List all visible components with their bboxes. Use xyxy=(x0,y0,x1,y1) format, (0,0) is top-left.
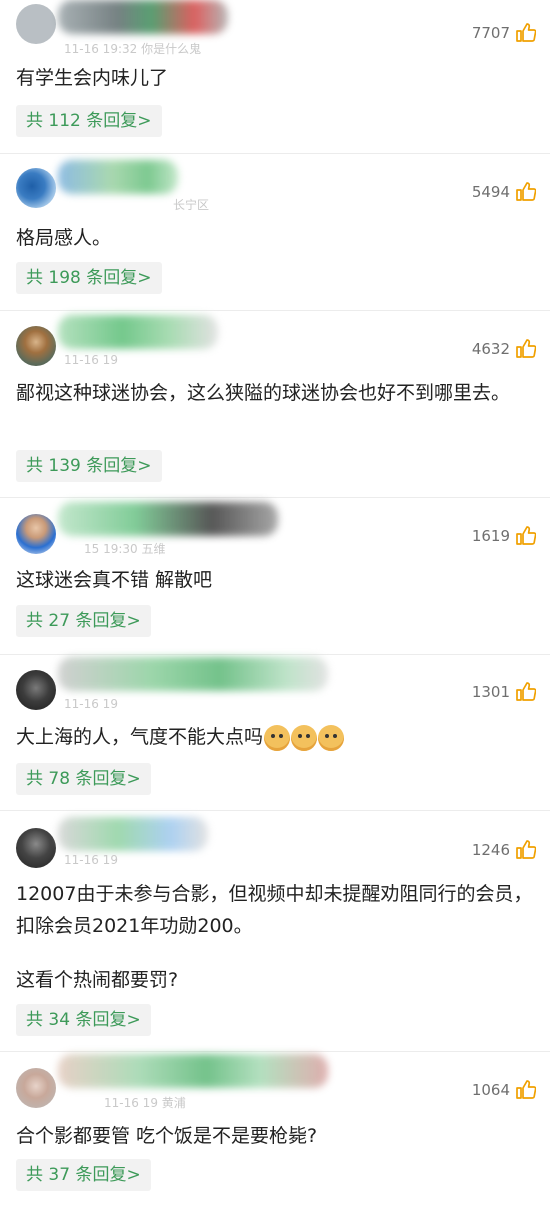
comment-item: 长宁区 5494 格局感人。 共 198 条回复> xyxy=(0,154,550,310)
thumbs-up-icon xyxy=(516,182,536,201)
comment-item: 11-16 19:32 你是什么鬼 7707 有学生会内味儿了 共 112 条回… xyxy=(0,0,550,153)
username-blurred[interactable] xyxy=(58,502,278,536)
comment-meta: 长宁区 xyxy=(173,198,210,212)
like-button[interactable]: 1619 xyxy=(472,526,536,545)
comment-header: 11-16 19 4632 xyxy=(0,311,550,371)
doge-emoji-icon xyxy=(318,724,345,751)
comment-meta: 11-16 19 xyxy=(64,853,118,867)
comment-meta: 11-16 19 xyxy=(64,697,118,711)
comment-text: 有学生会内味儿了 xyxy=(16,67,169,89)
comment-header: 11-16 19 1301 xyxy=(0,655,550,715)
username-blurred[interactable] xyxy=(58,160,178,194)
like-count: 7707 xyxy=(471,23,510,42)
doge-emoji-icon xyxy=(264,724,291,751)
username-blurred[interactable] xyxy=(58,0,228,34)
thumbs-up-icon xyxy=(516,1080,536,1099)
comment-header: 长宁区 5494 xyxy=(0,154,550,214)
like-count: 1301 xyxy=(471,682,510,701)
comment-item: 11-16 19 黄浦 1064 合个影都要管 吃个饭是不是要枪毙? 共 37 … xyxy=(0,1052,550,1211)
comment-meta: 15 19:30 五维 xyxy=(84,542,166,556)
comment-text: 大上海的人，气度不能大点吗 xyxy=(16,721,534,753)
like-button[interactable]: 1301 xyxy=(472,682,536,701)
comment-text-paragraph: 这看个热闹都要罚? xyxy=(16,969,179,991)
like-count: 1619 xyxy=(471,526,510,545)
username-blurred[interactable] xyxy=(58,817,208,851)
comment-header: 11-16 19 黄浦 1064 xyxy=(0,1052,550,1112)
comment-item: 15 19:30 五维 1619 这球迷会真不错 解散吧 共 27 条回复> xyxy=(0,498,550,654)
comment-text: 这球迷会真不错 解散吧 xyxy=(16,569,213,591)
avatar[interactable] xyxy=(16,514,56,554)
reply-count-button[interactable]: 共 27 条回复> xyxy=(16,605,151,637)
reply-count-button[interactable]: 共 37 条回复> xyxy=(16,1159,151,1191)
comment-text: 鄙视这种球迷协会，这么狭隘的球迷协会也好不到哪里去。 xyxy=(16,382,511,404)
comment-text: 合个影都要管 吃个饭是不是要枪毙? xyxy=(16,1125,318,1147)
avatar[interactable] xyxy=(16,670,56,710)
like-count: 4632 xyxy=(471,339,510,358)
like-button[interactable]: 5494 xyxy=(472,182,536,201)
username-blurred[interactable] xyxy=(58,657,328,691)
comment-text-content: 大上海的人，气度不能大点吗 xyxy=(16,726,264,748)
comment-meta: 11-16 19:32 你是什么鬼 xyxy=(64,42,202,56)
comment-text: 12007由于未参与合影，但视频中却未提醒劝阻同行的会员，扣除会员2021年功勋… xyxy=(16,883,533,937)
comment-header: 11-16 19:32 你是什么鬼 7707 xyxy=(0,0,550,60)
avatar[interactable] xyxy=(16,1068,56,1108)
avatar[interactable] xyxy=(16,326,56,366)
comment-header: 15 19:30 五维 1619 xyxy=(0,498,550,558)
doge-emoji-icon xyxy=(291,724,318,751)
comment-item: 11-16 19 4632 鄙视这种球迷协会，这么狭隘的球迷协会也好不到哪里去。… xyxy=(0,311,550,497)
avatar[interactable] xyxy=(16,4,56,44)
like-count: 5494 xyxy=(471,182,510,201)
thumbs-up-icon xyxy=(516,339,536,358)
reply-count-button[interactable]: 共 34 条回复> xyxy=(16,1004,151,1036)
reply-count-button[interactable]: 共 112 条回复> xyxy=(16,105,162,137)
comment-item: 11-16 19 1246 12007由于未参与合影，但视频中却未提醒劝阻同行的… xyxy=(0,811,550,1051)
comment-feed: 11-16 19:32 你是什么鬼 7707 有学生会内味儿了 共 112 条回… xyxy=(0,0,550,1211)
comment-meta: 11-16 19 xyxy=(64,353,118,367)
username-blurred[interactable] xyxy=(58,315,218,349)
reply-count-button[interactable]: 共 198 条回复> xyxy=(16,262,162,294)
thumbs-up-icon xyxy=(516,840,536,859)
comment-header: 11-16 19 1246 xyxy=(0,811,550,871)
username-blurred[interactable] xyxy=(58,1054,328,1088)
like-button[interactable]: 1246 xyxy=(472,840,536,859)
avatar[interactable] xyxy=(16,828,56,868)
like-button[interactable]: 1064 xyxy=(472,1080,536,1099)
like-count: 1246 xyxy=(471,840,510,859)
thumbs-up-icon xyxy=(516,682,536,701)
comment-item: 11-16 19 1301 大上海的人，气度不能大点吗 共 78 条回复> xyxy=(0,655,550,810)
like-button[interactable]: 4632 xyxy=(472,339,536,358)
reply-count-button[interactable]: 共 78 条回复> xyxy=(16,763,151,795)
like-button[interactable]: 7707 xyxy=(472,23,536,42)
thumbs-up-icon xyxy=(516,23,536,42)
avatar[interactable] xyxy=(16,168,56,208)
reply-count-button[interactable]: 共 139 条回复> xyxy=(16,450,162,482)
thumbs-up-icon xyxy=(516,526,536,545)
like-count: 1064 xyxy=(471,1080,510,1099)
comment-text: 格局感人。 xyxy=(16,227,112,249)
comment-meta: 11-16 19 黄浦 xyxy=(104,1096,186,1110)
